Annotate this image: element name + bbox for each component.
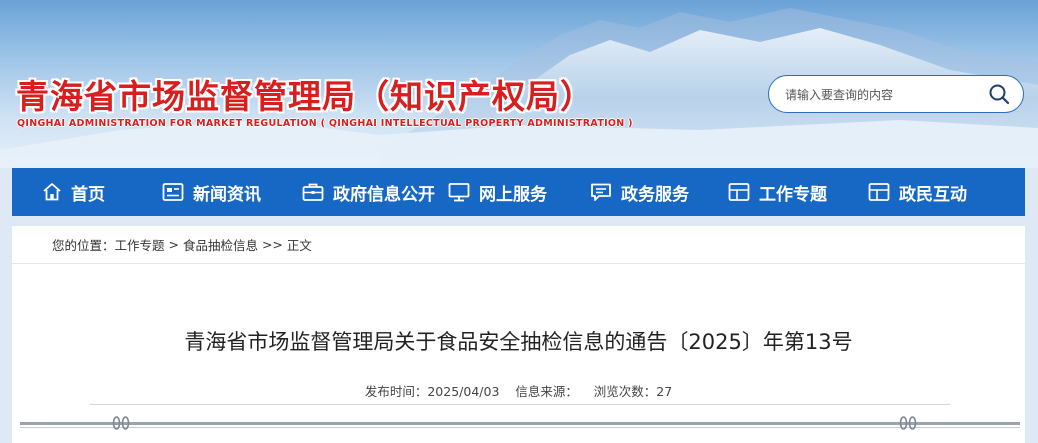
binder-clip-icon (112, 416, 130, 430)
site-title: 青海省市场监督管理局（知识产权局） (16, 77, 594, 116)
nav-item-gov-info[interactable]: 政府信息公开 (302, 168, 435, 216)
publish-date: 2025/04/03 (427, 384, 500, 399)
page: 青海省市场监督管理局（知识产权局） QINGHAI ADMINISTRATION… (0, 0, 1038, 443)
breadcrumb-link-topics[interactable]: 工作专题 (115, 235, 165, 254)
search-box (768, 75, 1024, 113)
publish-label: 发布时间： (364, 384, 428, 399)
nav-label-online-service: 网上服务 (479, 184, 547, 205)
search-input[interactable] (783, 84, 977, 106)
article-meta: 发布时间：2025/04/03 信息来源： 浏览次数：27 (12, 381, 1025, 400)
binder-clip-icon (899, 416, 917, 430)
home-icon (43, 183, 61, 201)
nav-label-topics: 工作专题 (759, 184, 827, 205)
nav-item-news[interactable]: 新闻资讯 (162, 168, 261, 216)
divider (12, 404, 1025, 443)
views-count: 27 (656, 384, 673, 399)
header-banner: 青海省市场监督管理局（知识产权局） QINGHAI ADMINISTRATION… (0, 0, 1038, 168)
site-subtitle: QINGHAI ADMINISTRATION FOR MARKET REGULA… (17, 118, 633, 129)
breadcrumb-separator: >> (257, 237, 287, 252)
breadcrumb-link-food-inspection[interactable]: 食品抽检信息 (183, 235, 258, 254)
article-title: 青海省市场监督管理局关于食品安全抽检信息的通告〔2025〕年第13号 (184, 330, 853, 354)
nav-label-home: 首页 (71, 184, 105, 205)
content-panel: 您的位置： 工作专题 > 食品抽检信息 >> 正文 青海省市场监督管理局关于食品… (12, 226, 1025, 443)
search-icon[interactable] (987, 82, 1011, 106)
breadcrumb-current: 正文 (286, 238, 312, 253)
views-label: 浏览次数： (593, 384, 657, 399)
nav-label-gov-service: 政务服务 (621, 184, 689, 205)
nav-label-news: 新闻资讯 (193, 184, 261, 205)
nav-label-interaction: 政民互动 (899, 184, 967, 205)
breadcrumb-separator: > (164, 237, 183, 252)
nav-item-topics[interactable]: 工作专题 (728, 168, 827, 216)
nav-item-online-service[interactable]: 网上服务 (448, 168, 547, 216)
monitor-icon (448, 183, 470, 202)
window-icon (868, 183, 890, 201)
breadcrumb: 您的位置： 工作专题 > 食品抽检信息 >> 正文 (12, 226, 1025, 264)
nav-item-home[interactable]: 首页 (42, 168, 105, 216)
window-icon (728, 183, 750, 201)
breadcrumb-prefix: 您的位置： (52, 238, 115, 253)
news-icon (162, 183, 184, 201)
main-nav: 首页 新闻资讯 政府信息公开 网上服务 政务服务 工作专题 政民互动 (12, 168, 1025, 216)
nav-label-gov-info: 政府信息公开 (333, 184, 435, 205)
chat-icon (591, 183, 611, 201)
nav-item-gov-service[interactable]: 政务服务 (590, 168, 689, 216)
nav-item-interaction[interactable]: 政民互动 (868, 168, 967, 216)
briefcase-icon (302, 183, 324, 201)
source-label: 信息来源： (515, 384, 578, 399)
